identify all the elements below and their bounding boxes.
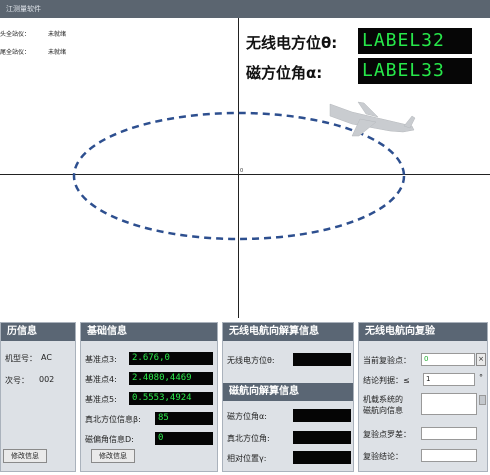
radio-heading-title: 无线电航向解算信息 xyxy=(223,323,353,341)
magnetic-bearing-label: 磁方位角α: xyxy=(246,64,323,82)
heading-info-field[interactable] xyxy=(421,393,477,415)
edit-aircraft-info-button[interactable]: 修改信息 xyxy=(3,449,47,463)
magnetic-bearing-display: LABEL33 xyxy=(358,58,472,84)
radio-bearing-indicator: 无线电方位θ: LABEL32 xyxy=(246,28,484,54)
radio-bearing-display: LABEL32 xyxy=(358,28,472,54)
head-station-status: 未就绪 xyxy=(48,31,67,38)
aircraft-info-title: 历信息 xyxy=(1,323,75,341)
airplane-icon xyxy=(329,101,416,137)
plot-area: 0 头全站仪： 未就绪 尾全站仪： 未就绪 无线电方位θ: LABEL32 磁方… xyxy=(0,18,490,318)
magnetic-bearing-calc-label: 磁方位角α: xyxy=(227,412,267,421)
aircraft-info-panel: 历信息 机型号： AC 次号： 002 修改信息 xyxy=(0,322,76,472)
current-point-input[interactable]: 0 xyxy=(421,353,475,366)
true-north-bearing-label: 真北方位角: xyxy=(227,434,270,443)
result-label: 复验结论： xyxy=(363,452,403,461)
deviation-field[interactable] xyxy=(421,427,477,440)
magnetic-heading-title: 磁航向解算信息 xyxy=(223,383,353,401)
magnetic-bearing-calc-display xyxy=(293,409,351,422)
relative-position-display xyxy=(293,451,351,464)
base-point-5-display: 0.5553,4924 xyxy=(129,392,213,405)
window-title: 江测量软件 xyxy=(6,5,41,13)
tail-station-status: 未就绪 xyxy=(48,49,67,56)
magnetic-bearing-indicator: 磁方位角α: LABEL33 xyxy=(246,58,484,84)
radio-bearing-label: 无线电方位θ: xyxy=(246,34,338,52)
tail-station-label: 尾全站仪： xyxy=(0,49,31,56)
heading-label-line-1: 机载系统的 xyxy=(363,395,403,404)
base-point-4-label: 基准点4: xyxy=(85,375,117,384)
true-north-bearing-display xyxy=(293,431,351,444)
model-value: AC xyxy=(41,353,52,362)
model-label: 机型号： xyxy=(5,354,37,363)
declination-label: 磁偏角信息D: xyxy=(85,435,134,444)
true-north-label: 真北方位信息β: xyxy=(85,415,141,424)
radio-heading-panel: 无线电航向解算信息 无线电方位θ: 磁航向解算信息 磁方位角α: 真北方位角: … xyxy=(222,322,354,472)
true-north-display: 85 xyxy=(155,412,213,425)
base-point-3-label: 基准点3: xyxy=(85,355,117,364)
relative-position-label: 相对位置γ: xyxy=(227,454,267,463)
radio-bearing-calc-label: 无线电方位θ: xyxy=(227,356,275,365)
radio-bearing-calc-display xyxy=(293,353,351,366)
serial-value: 002 xyxy=(39,375,55,384)
current-point-clear-button[interactable]: × xyxy=(476,353,486,366)
base-point-5-label: 基准点5: xyxy=(85,395,117,404)
head-station-label: 头全站仪： xyxy=(0,31,31,38)
current-point-label: 当前复验点： xyxy=(363,356,411,365)
heading-scrollbar[interactable] xyxy=(479,395,486,405)
result-field[interactable] xyxy=(421,449,477,462)
heading-label-line-2: 磁航向信息 xyxy=(363,406,403,415)
head-station-row: 头全站仪： 未就绪 xyxy=(0,29,66,38)
deviation-label: 复验点罗差： xyxy=(363,430,411,439)
declination-display: 0 xyxy=(155,432,213,445)
radio-review-panel: 无线电航向复验 当前复验点： 0 × 结论判据：≤ 1 ° 机载系统的 磁航向信… xyxy=(358,322,488,472)
edit-base-info-button[interactable]: 修改信息 xyxy=(91,449,135,463)
criteria-unit: ° xyxy=(479,373,483,382)
serial-label: 次号： xyxy=(5,376,29,385)
base-info-title: 基础信息 xyxy=(81,323,217,341)
tail-station-row: 尾全站仪： 未就绪 xyxy=(0,47,66,56)
base-info-panel: 基础信息 基准点3: 2.676,0 基准点4: 2.4080,4469 基准点… xyxy=(80,322,218,472)
base-point-3-display: 2.676,0 xyxy=(129,352,213,365)
radio-review-title: 无线电航向复验 xyxy=(359,323,487,341)
base-point-4-display: 2.4080,4469 xyxy=(129,372,213,385)
criteria-label: 结论判据：≤ xyxy=(363,376,410,385)
criteria-input[interactable]: 1 xyxy=(423,373,475,386)
window-titlebar: 江测量软件 xyxy=(0,0,490,18)
